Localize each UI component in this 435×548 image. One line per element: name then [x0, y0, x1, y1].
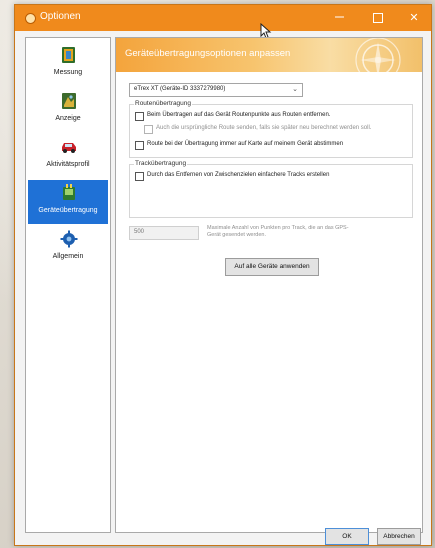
measurement-book-icon — [62, 47, 75, 63]
chevron-down-icon: ⌄ — [292, 86, 298, 93]
device-select-value: eTrex XT (Geräte-ID 3337279980) — [134, 86, 226, 92]
sidebar-item-label: Allgemein — [52, 253, 84, 260]
match-map-label: Route bei der Übertragung immer auf Kart… — [147, 141, 344, 147]
match-map-checkbox[interactable] — [135, 141, 144, 150]
minimize-button[interactable] — [322, 5, 356, 31]
close-icon: ✕ — [409, 12, 419, 24]
sidebar-item-geraeteuebertragung[interactable]: Geräteübertragung — [28, 180, 108, 224]
car-activity-icon — [62, 143, 76, 153]
apply-to-all-devices-button[interactable]: Auf alle Geräte anwenden — [225, 258, 319, 276]
sidebar-item-label: Aktivitätsprofil — [46, 161, 90, 168]
gear-icon — [60, 230, 78, 248]
max-points-value: 500 — [134, 229, 145, 235]
simplify-tracks-checkbox[interactable] — [135, 172, 144, 181]
device-transfer-icon — [63, 184, 75, 200]
send-original-route-checkbox[interactable] — [144, 125, 153, 134]
sidebar-item-label: Geräteübertragung — [38, 207, 98, 214]
sidebar-item-label: Messung — [53, 69, 83, 76]
maximize-button[interactable] — [361, 5, 395, 31]
route-transfer-title: Routenübertragung — [134, 100, 193, 107]
display-icon — [62, 93, 76, 109]
track-transfer-title: Trackübertragung — [134, 160, 188, 167]
sidebar-item-messung[interactable]: Messung — [28, 42, 108, 86]
sidebar-item-allgemein[interactable]: Allgemein — [28, 226, 108, 270]
minimize-icon — [334, 16, 344, 18]
compass-decoration-icon — [355, 38, 401, 78]
options-dialog: Optionen ✕ Messung Anzeige Aktivitätspro… — [14, 4, 432, 546]
ok-button[interactable]: OK — [325, 528, 369, 545]
send-original-route-label: Auch die ursprüngliche Route senden, fal… — [156, 125, 372, 131]
route-transfer-group: Routenübertragung Beim Übertragen auf da… — [129, 100, 413, 158]
window-title: Optionen — [40, 11, 81, 22]
remove-route-points-label: Beim Übertragen auf das Gerät Routenpunk… — [147, 112, 331, 118]
device-select[interactable]: eTrex XT (Geräte-ID 3337279980) ⌄ — [129, 83, 303, 97]
sidebar-item-aktivitaetsprofil[interactable]: Aktivitätsprofil — [28, 134, 108, 178]
close-button[interactable]: ✕ — [397, 5, 431, 31]
settings-panel: Geräteübertragungsoptionen anpassen eTre… — [115, 37, 423, 533]
category-sidebar: Messung Anzeige Aktivitätsprofil Geräteü… — [25, 37, 111, 533]
maximize-icon — [373, 13, 383, 24]
title-bar[interactable]: Optionen ✕ — [15, 5, 431, 31]
app-icon — [25, 13, 36, 24]
remove-route-points-checkbox[interactable] — [135, 112, 144, 121]
sidebar-item-anzeige[interactable]: Anzeige — [28, 88, 108, 132]
cancel-button[interactable]: Abbrechen — [377, 528, 421, 545]
max-points-description: Maximale Anzahl von Punkten pro Track, d… — [207, 225, 349, 238]
max-points-field[interactable]: 500 — [129, 226, 199, 240]
simplify-tracks-label: Durch das Entfernen von Zwischenzielen e… — [147, 172, 330, 178]
sidebar-item-label: Anzeige — [55, 115, 81, 122]
page-title: Geräteübertragungsoptionen anpassen — [125, 48, 291, 59]
track-transfer-group: Trackübertragung Durch das Entfernen von… — [129, 160, 413, 218]
panel-header-banner: Geräteübertragungsoptionen anpassen — [116, 38, 422, 78]
